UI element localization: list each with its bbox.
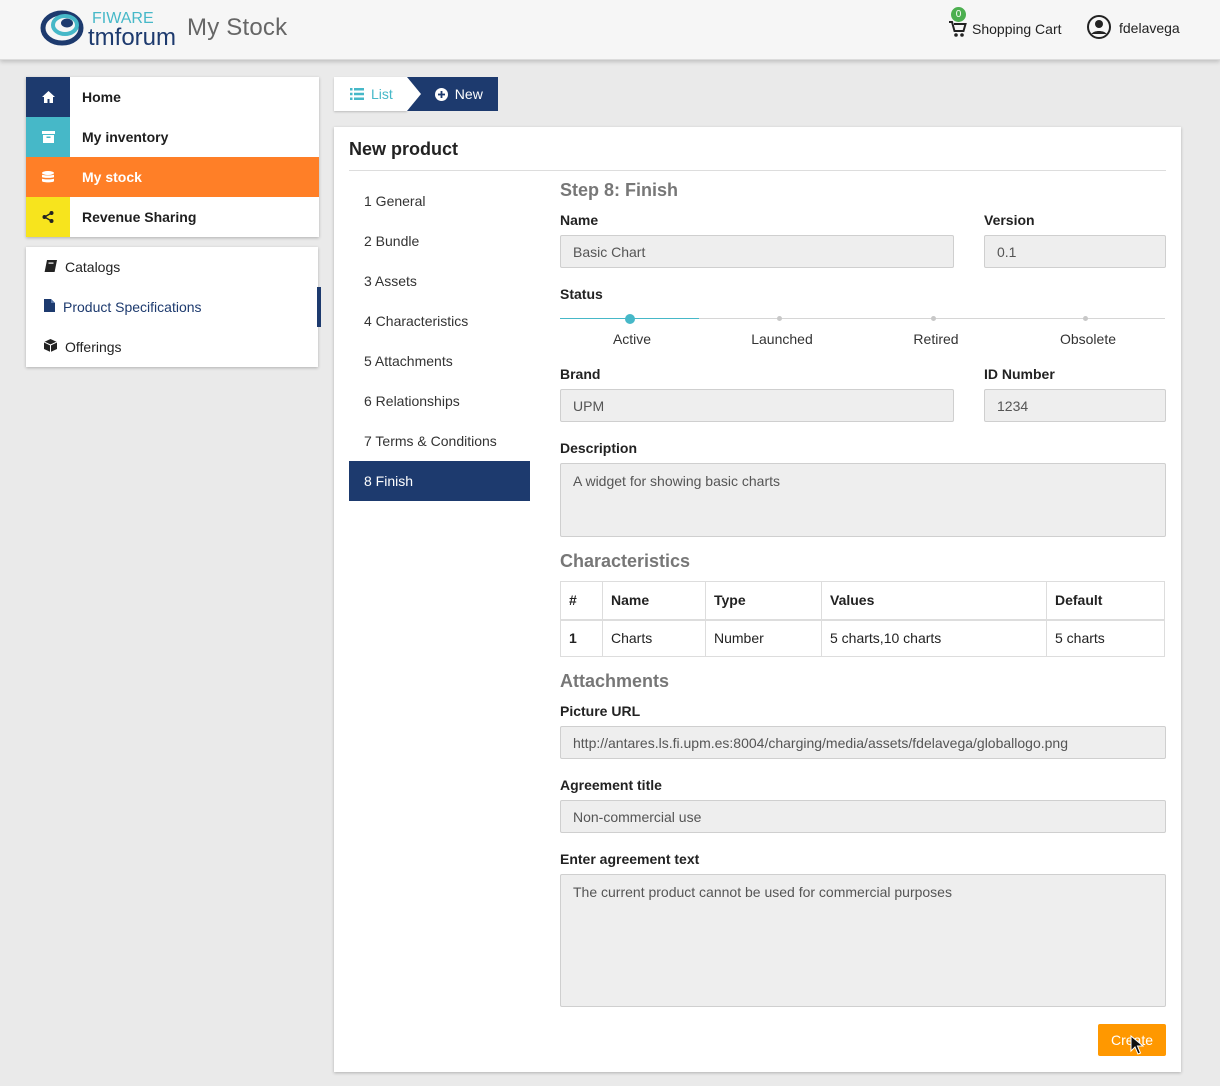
divider — [349, 170, 1166, 171]
sidebar-item-offerings[interactable]: Offerings — [26, 327, 318, 367]
description-label: Description — [560, 440, 638, 456]
share-icon — [26, 197, 70, 237]
brand-field[interactable]: UPM — [560, 389, 954, 422]
main-sidebar-menu: Home My inventory My stock Revenue Shari… — [26, 77, 319, 237]
create-button[interactable]: Create — [1098, 1024, 1166, 1056]
agreement-title-label: Agreement title — [560, 777, 662, 793]
column-header-default: Default — [1046, 581, 1165, 621]
id-number-label: ID Number — [984, 366, 1055, 382]
cell-name: Charts — [602, 619, 706, 657]
picture-url-field[interactable]: http://antares.ls.fi.upm.es:8004/chargin… — [560, 726, 1166, 759]
attachments-heading: Attachments — [560, 671, 670, 691]
wizard-steps: 1 General 2 Bundle 3 Assets 4 Characteri… — [349, 181, 530, 501]
home-icon — [26, 77, 70, 117]
user-menu[interactable]: fdelavega — [1086, 14, 1180, 43]
user-name: fdelavega — [1119, 20, 1180, 36]
sidebar-item-product-specifications[interactable]: Product Specifications — [26, 287, 321, 327]
name-field[interactable]: Basic Chart — [560, 235, 954, 268]
table-row: 1 Charts Number 5 charts,10 charts 5 cha… — [560, 619, 1165, 657]
fiware-tmforum-logo[interactable]: FIWARE tmforum — [40, 6, 180, 50]
id-number-field[interactable]: 1234 — [984, 389, 1166, 422]
shopping-cart-icon: 0 — [948, 7, 968, 39]
sidebar-item-home[interactable]: Home — [26, 77, 319, 117]
step-characteristics[interactable]: 4 Characteristics — [349, 301, 530, 341]
step-bundle[interactable]: 2 Bundle — [349, 221, 530, 261]
tab-list[interactable]: List — [334, 77, 407, 111]
shopping-cart-link[interactable]: 0 Shopping Cart — [948, 7, 1062, 40]
user-circle-icon — [1086, 14, 1112, 43]
page-title: New product — [349, 139, 459, 159]
sidebar-item-label: Offerings — [65, 339, 122, 355]
brand-label: Brand — [560, 366, 601, 382]
tab-list-label: List — [371, 86, 393, 102]
description-field[interactable]: A widget for showing basic charts — [560, 463, 1166, 537]
column-header-number: # — [560, 581, 603, 621]
book-icon — [44, 259, 57, 275]
status-label: Status — [560, 286, 603, 302]
sidebar-item-label: Product Specifications — [63, 299, 202, 315]
status-dot-active[interactable] — [625, 314, 635, 324]
archive-icon — [26, 117, 70, 157]
agreement-title-field[interactable]: Non-commercial use — [560, 800, 1166, 833]
column-header-type: Type — [705, 581, 822, 621]
sidebar-item-label: My inventory — [82, 129, 169, 145]
app-title: My Stock — [187, 14, 288, 41]
plus-circle-icon — [434, 87, 448, 101]
sidebar-item-my-inventory[interactable]: My inventory — [26, 117, 319, 157]
new-product-panel: New product 1 General 2 Bundle 3 Assets … — [334, 127, 1181, 1072]
stock-sub-menu: Catalogs Product Specifications Offering… — [26, 247, 321, 367]
sidebar-item-label: Catalogs — [65, 259, 121, 275]
picture-url-label: Picture URL — [560, 703, 641, 719]
step-attachments[interactable]: 5 Attachments — [349, 341, 530, 381]
cell-type: Number — [705, 619, 822, 657]
shopping-cart-label: Shopping Cart — [972, 21, 1062, 37]
sidebar-item-label: Revenue Sharing — [82, 209, 197, 225]
agreement-text-label: Enter agreement text — [560, 851, 700, 867]
step-finish[interactable]: 8 Finish — [349, 461, 530, 501]
table-header-row: # Name Type Values Default — [560, 581, 1165, 621]
top-navbar: FIWARE tmforum My Stock 0 Shopping Cart … — [0, 0, 1220, 60]
version-label: Version — [984, 212, 1035, 228]
name-label: Name — [560, 212, 599, 228]
breadcrumb: List New — [334, 77, 498, 111]
sidebar-item-catalogs[interactable]: Catalogs — [26, 247, 318, 287]
column-header-values: Values — [821, 581, 1047, 621]
tab-new[interactable]: New — [406, 77, 498, 111]
step-relationships[interactable]: 6 Relationships — [349, 381, 530, 421]
logo-text-bottom: tmforum — [88, 24, 176, 50]
step-heading: Step 8: Finish — [560, 180, 679, 200]
cell-default: 5 charts — [1046, 619, 1165, 657]
status-option-launched[interactable]: Launched — [732, 331, 832, 347]
status-dot-launched[interactable] — [777, 316, 782, 321]
sidebar-item-my-stock[interactable]: My stock — [26, 157, 319, 197]
agreement-text-field[interactable]: The current product cannot be used for c… — [560, 874, 1166, 1007]
column-header-name: Name — [602, 581, 706, 621]
list-icon — [350, 88, 364, 100]
file-icon — [44, 299, 55, 315]
status-option-retired[interactable]: Retired — [886, 331, 986, 347]
tab-new-label: New — [454, 86, 483, 102]
database-icon — [26, 157, 70, 197]
characteristics-heading: Characteristics — [560, 551, 691, 571]
cell-number: 1 — [560, 619, 603, 657]
characteristics-table: # Name Type Values Default 1 Charts Numb… — [560, 581, 1165, 657]
step-general[interactable]: 1 General — [349, 181, 530, 221]
cube-icon — [43, 339, 58, 355]
step-assets[interactable]: 3 Assets — [349, 261, 530, 301]
cart-count-badge: 0 — [951, 7, 966, 22]
sidebar-item-label: My stock — [82, 169, 142, 185]
status-dot-obsolete[interactable] — [1083, 316, 1088, 321]
status-option-obsolete[interactable]: Obsolete — [1038, 331, 1138, 347]
step-terms-conditions[interactable]: 7 Terms & Conditions — [349, 421, 530, 461]
version-field[interactable]: 0.1 — [984, 235, 1166, 268]
cell-values: 5 charts,10 charts — [821, 619, 1047, 657]
sidebar-item-label: Home — [82, 89, 121, 105]
status-dot-retired[interactable] — [931, 316, 936, 321]
status-option-active[interactable]: Active — [582, 331, 682, 347]
sidebar-item-revenue-sharing[interactable]: Revenue Sharing — [26, 197, 319, 237]
